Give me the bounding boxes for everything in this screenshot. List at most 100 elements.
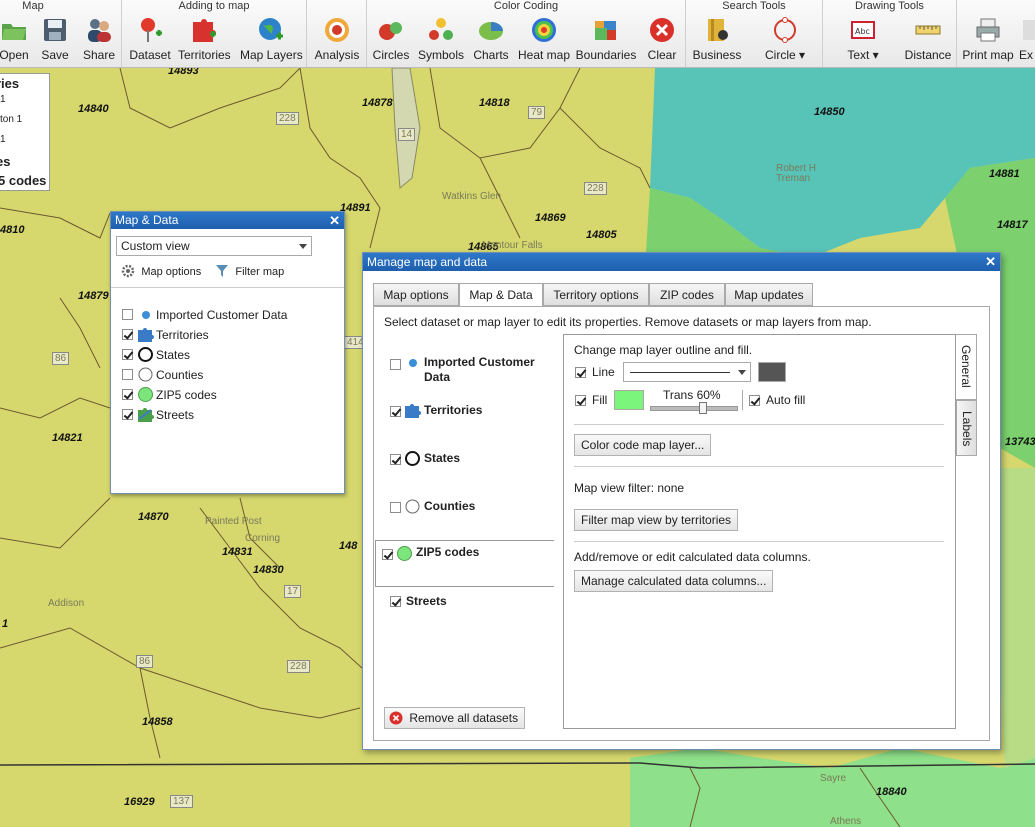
- text-tool-button[interactable]: Abc Text ▾: [843, 14, 883, 66]
- dialog-layer-zip5-selected[interactable]: ZIP5 codes: [375, 540, 554, 587]
- panel-title-bar[interactable]: Map & Data ✕: [111, 212, 344, 229]
- close-icon[interactable]: ✕: [329, 212, 340, 229]
- side-tab-general[interactable]: General: [956, 334, 977, 400]
- layer-label-states[interactable]: States: [156, 348, 190, 362]
- zip-label: 14881: [989, 168, 1020, 180]
- map-layers-button[interactable]: Map Layers: [240, 14, 303, 66]
- tab-zip-codes[interactable]: ZIP codes: [649, 283, 725, 306]
- chevron-down-icon: [299, 244, 307, 249]
- checkbox[interactable]: [390, 596, 401, 607]
- distance-button[interactable]: Distance: [903, 14, 953, 66]
- dialog-layer-territories[interactable]: Territories: [384, 395, 554, 435]
- dialog-layer-states[interactable]: States: [384, 443, 554, 483]
- checkbox[interactable]: [390, 502, 401, 513]
- legend-line: 1: [0, 94, 6, 105]
- analysis-button[interactable]: Analysis: [312, 14, 362, 66]
- checkbox[interactable]: [390, 454, 401, 465]
- checkbox[interactable]: [382, 549, 393, 560]
- line-color-swatch[interactable]: [758, 362, 786, 382]
- circles-button[interactable]: Circles: [371, 14, 411, 66]
- layer-checkbox-streets[interactable]: [122, 409, 133, 420]
- layer-label: States: [424, 451, 461, 465]
- side-tab-labels[interactable]: Labels: [956, 400, 977, 456]
- map-options-link[interactable]: Map options: [121, 264, 201, 281]
- dialog-title-bar[interactable]: Manage map and data ✕: [363, 253, 1000, 271]
- layer-label-counties[interactable]: Counties: [156, 368, 203, 382]
- print-map-button[interactable]: Print map: [962, 14, 1014, 66]
- tab-map-updates[interactable]: Map updates: [725, 283, 813, 306]
- group-map: Map Open Save Share: [0, 0, 122, 67]
- open-button[interactable]: Open: [0, 14, 32, 66]
- line-style-select[interactable]: [623, 362, 751, 382]
- line-label: Line: [592, 365, 615, 379]
- dataset-button[interactable]: Dataset: [128, 14, 172, 66]
- auto-fill-label: Auto fill: [766, 393, 806, 407]
- view-select[interactable]: Custom view: [116, 236, 312, 256]
- layer-checkbox-states[interactable]: [122, 349, 133, 360]
- tab-map-data[interactable]: Map & Data: [459, 283, 543, 307]
- layer-checkbox-imported[interactable]: [122, 309, 133, 320]
- layer-label-zip5[interactable]: ZIP5 codes: [156, 388, 217, 402]
- tab-territory-options[interactable]: Territory options: [543, 283, 649, 306]
- layer-label-streets[interactable]: Streets: [156, 408, 194, 422]
- puzzle-boundaries-icon: [595, 21, 616, 40]
- road-shield: 79: [528, 106, 546, 119]
- panel-title: Map & Data: [115, 213, 179, 227]
- zip-label: 4810: [0, 224, 25, 236]
- zip-green-circle-icon: [397, 546, 412, 561]
- fill-checkbox[interactable]: [575, 395, 586, 406]
- layer-checkbox-counties[interactable]: [122, 369, 133, 380]
- remove-all-datasets-button[interactable]: Remove all datasets: [384, 707, 526, 729]
- group-drawing-tools: Drawing Tools Abc Text ▾ Distance: [823, 0, 957, 67]
- layer-label-territories[interactable]: Territories: [156, 328, 209, 342]
- filter-map-link[interactable]: Filter map: [215, 264, 284, 281]
- clear-button[interactable]: Clear: [643, 14, 681, 66]
- map-legend: ries 1 ton 1 1 es 5 codes: [0, 73, 50, 191]
- zip-label: 14870: [138, 511, 169, 523]
- charts-button[interactable]: Charts: [471, 14, 511, 66]
- business-button[interactable]: Business: [692, 14, 742, 66]
- layer-checkbox-zip5[interactable]: [122, 389, 133, 400]
- auto-fill-checkbox[interactable]: [749, 395, 760, 406]
- filter-by-territories-button[interactable]: Filter map view by territories: [574, 509, 739, 531]
- checkbox[interactable]: [390, 406, 401, 417]
- transparency-slider[interactable]: [650, 402, 738, 414]
- checkbox[interactable]: [390, 359, 401, 370]
- fill-color-swatch[interactable]: [614, 390, 644, 410]
- town-label: Watkins Glen: [442, 191, 502, 202]
- fill-label: Fill: [592, 393, 608, 407]
- group-color-coding: Color Coding Circles Symbols Charts Heat…: [367, 0, 686, 67]
- layer-label-imported[interactable]: Imported Customer Data: [156, 308, 287, 322]
- road-shield: 17: [284, 585, 302, 598]
- divider: [574, 466, 944, 467]
- share-users-icon: [88, 19, 111, 42]
- color-code-layer-button[interactable]: Color code map layer...: [574, 434, 712, 456]
- symbols-button[interactable]: Symbols: [417, 14, 465, 66]
- boundaries-button[interactable]: Boundaries: [575, 14, 637, 66]
- counties-ring-icon: [405, 499, 420, 514]
- divider: [574, 541, 944, 542]
- transparency-label: Trans 60%: [663, 388, 721, 402]
- calc-text: Add/remove or edit calculated data colum…: [574, 550, 811, 564]
- manage-calculated-columns-button[interactable]: Manage calculated data columns...: [574, 570, 774, 592]
- pushpin-plus-icon: [141, 18, 162, 42]
- group-search-tools: Search Tools Business Circle ▾: [686, 0, 823, 67]
- transparency-slider-thumb[interactable]: [698, 402, 707, 414]
- dialog-layer-counties[interactable]: Counties: [384, 491, 554, 531]
- dialog-layer-imported[interactable]: Imported Customer Data: [384, 347, 554, 387]
- zip-label: 14805: [586, 229, 617, 241]
- layer-checkbox-territories[interactable]: [122, 329, 133, 340]
- share-button[interactable]: Share: [80, 14, 118, 66]
- tab-body: Select dataset or map layer to edit its …: [373, 306, 990, 741]
- heat-map-button[interactable]: Heat map: [517, 14, 571, 66]
- tab-map-options[interactable]: Map options: [373, 283, 459, 306]
- territories-button[interactable]: Territories: [178, 14, 231, 66]
- save-button[interactable]: Save: [38, 14, 72, 66]
- close-icon[interactable]: ✕: [985, 253, 996, 271]
- road-shield: 86: [136, 655, 154, 668]
- line-checkbox[interactable]: [575, 367, 586, 378]
- circle-search-button[interactable]: Circle ▾: [760, 14, 810, 66]
- dialog-layer-streets[interactable]: Streets: [384, 589, 554, 619]
- export-button[interactable]: Ex: [1019, 14, 1035, 66]
- road-shield: 137: [170, 795, 193, 808]
